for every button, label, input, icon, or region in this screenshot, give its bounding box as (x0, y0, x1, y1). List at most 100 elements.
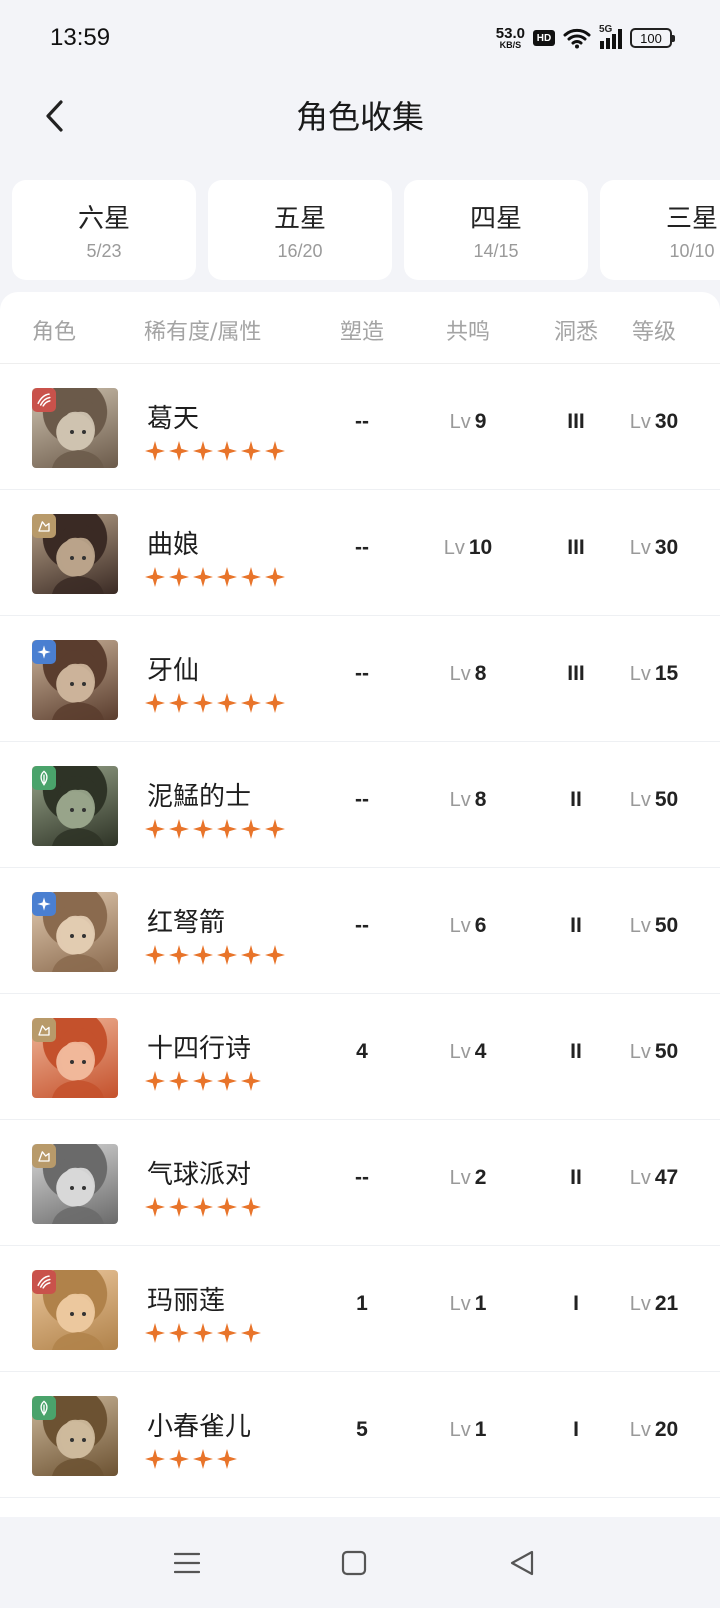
shaping-value: 5 (356, 1418, 368, 1441)
tab-five-star[interactable]: 五星 16/20 (208, 180, 392, 280)
shaping-value: -- (355, 788, 369, 811)
level-number: 30 (654, 536, 679, 559)
rarity-stars (144, 1196, 262, 1218)
network-type: 5G (599, 24, 613, 35)
table-row[interactable]: 红弩箭 -- Lv 6 II Lv 50 (0, 868, 720, 994)
character-name: 泥鯭的士 (147, 782, 252, 812)
tab-six-star[interactable]: 六星 5/23 (12, 180, 196, 280)
top-header: 角色收集 (0, 84, 720, 148)
resonance-value: Lv 9 (432, 410, 504, 434)
rarity-star-icon (265, 441, 285, 461)
beast-attr-icon (32, 1270, 56, 1294)
level-value: Lv 47 (614, 1166, 694, 1190)
level-number: 50 (654, 788, 679, 811)
lv-prefix: Lv (629, 1293, 651, 1315)
lv-prefix: Lv (449, 1293, 471, 1315)
rarity-star-icon (145, 819, 165, 839)
mineral-attr-icon (32, 1018, 56, 1042)
rarity-stars (144, 1070, 262, 1092)
shaping-value: -- (355, 1166, 369, 1189)
table-rows: 葛天 -- Lv 9 III Lv 30 曲娘 -- Lv 10 III Lv 30 (0, 364, 720, 1498)
rarity-star-icon (241, 1197, 261, 1217)
rarity-star-icon (217, 819, 237, 839)
level-number: 30 (654, 410, 679, 433)
character-name: 气球派对 (147, 1160, 252, 1190)
character-name: 小春雀儿 (147, 1412, 252, 1442)
system-nav-bar (0, 1517, 720, 1608)
tab-count: 14/15 (473, 241, 519, 261)
insight-value: I (573, 1292, 579, 1315)
level-value: Lv 30 (614, 410, 694, 434)
wifi-icon (563, 28, 591, 49)
column-header-shaping: 塑造 (339, 320, 384, 345)
star-attr-icon (32, 640, 56, 664)
column-header-rarity: 稀有度/属性 (144, 320, 262, 345)
table-row[interactable]: 小春雀儿 5 Lv 1 I Lv 20 (0, 1372, 720, 1498)
rarity-star-icon (193, 1071, 213, 1091)
level-value: Lv 15 (614, 662, 694, 686)
rarity-star-icon (217, 567, 237, 587)
resonance-value: Lv 8 (432, 662, 504, 686)
lv-prefix: Lv (449, 1167, 471, 1189)
rarity-star-icon (193, 819, 213, 839)
rarity-star-icon (145, 567, 165, 587)
table-row[interactable]: 十四行诗 4 Lv 4 II Lv 50 (0, 994, 720, 1120)
rarity-star-icon (169, 1323, 189, 1343)
triangle-back-icon (510, 1550, 534, 1576)
back-nav-button[interactable] (502, 1547, 542, 1579)
rarity-star-icon (241, 1323, 261, 1343)
tab-count: 5/23 (86, 241, 122, 261)
insight-value: III (567, 662, 585, 685)
lv-prefix: Lv (629, 663, 651, 685)
rarity-star-icon (241, 819, 261, 839)
lv-prefix: Lv (449, 789, 471, 811)
mineral-attr-icon (32, 514, 56, 538)
level-number: 50 (654, 1040, 679, 1063)
level-value: Lv 21 (614, 1292, 694, 1316)
shaping-value: 4 (356, 1040, 368, 1063)
home-button[interactable] (334, 1547, 374, 1579)
rarity-star-icon (169, 819, 189, 839)
shaping-value: -- (355, 536, 369, 559)
plant-attr-icon (32, 766, 56, 790)
table-row[interactable]: 玛丽莲 1 Lv 1 I Lv 21 (0, 1246, 720, 1372)
column-header-role: 角色 (32, 320, 77, 345)
table-header: 角色 稀有度/属性 塑造 共鸣 洞悉 等级 (0, 292, 720, 364)
shaping-value: -- (355, 914, 369, 937)
star-attr-icon (32, 892, 56, 916)
rarity-star-icon (169, 1197, 189, 1217)
rarity-stars (144, 818, 286, 840)
insight-value: I (573, 1418, 579, 1441)
rarity-star-icon (217, 1449, 237, 1469)
resonance-number: 10 (468, 536, 493, 559)
resonance-number: 1 (474, 1292, 487, 1315)
rarity-star-icon (145, 441, 165, 461)
rarity-star-icon (193, 693, 213, 713)
resonance-value: Lv 1 (432, 1292, 504, 1316)
network-speed: 53.0 KB/S (496, 26, 525, 50)
table-row[interactable]: 泥鯭的士 -- Lv 8 II Lv 50 (0, 742, 720, 868)
menu-icon (174, 1552, 200, 1574)
shaping-value: -- (355, 662, 369, 685)
resonance-value: Lv 8 (432, 788, 504, 812)
level-value: Lv 20 (614, 1418, 694, 1442)
tab-four-star[interactable]: 四星 14/15 (404, 180, 588, 280)
table-row[interactable]: 牙仙 -- Lv 8 III Lv 15 (0, 616, 720, 742)
rarity-star-icon (169, 945, 189, 965)
table-row[interactable]: 曲娘 -- Lv 10 III Lv 30 (0, 490, 720, 616)
column-header-insight: 洞悉 (553, 320, 598, 345)
rarity-star-icon (145, 1449, 165, 1469)
status-icons: 53.0 KB/S HD 5G 100 (496, 24, 675, 50)
resonance-number: 9 (474, 410, 487, 433)
resonance-number: 6 (474, 914, 487, 937)
network-speed-value: 53.0 (495, 25, 525, 42)
table-row[interactable]: 葛天 -- Lv 9 III Lv 30 (0, 364, 720, 490)
rarity-star-icon (169, 693, 189, 713)
menu-button[interactable] (167, 1547, 207, 1579)
rarity-star-icon (241, 945, 261, 965)
rarity-star-icon (145, 1071, 165, 1091)
table-row[interactable]: 气球派对 -- Lv 2 II Lv 47 (0, 1120, 720, 1246)
rarity-star-icon (193, 567, 213, 587)
rarity-star-icon (145, 945, 165, 965)
tab-three-star[interactable]: 三星 10/10 (600, 180, 720, 280)
